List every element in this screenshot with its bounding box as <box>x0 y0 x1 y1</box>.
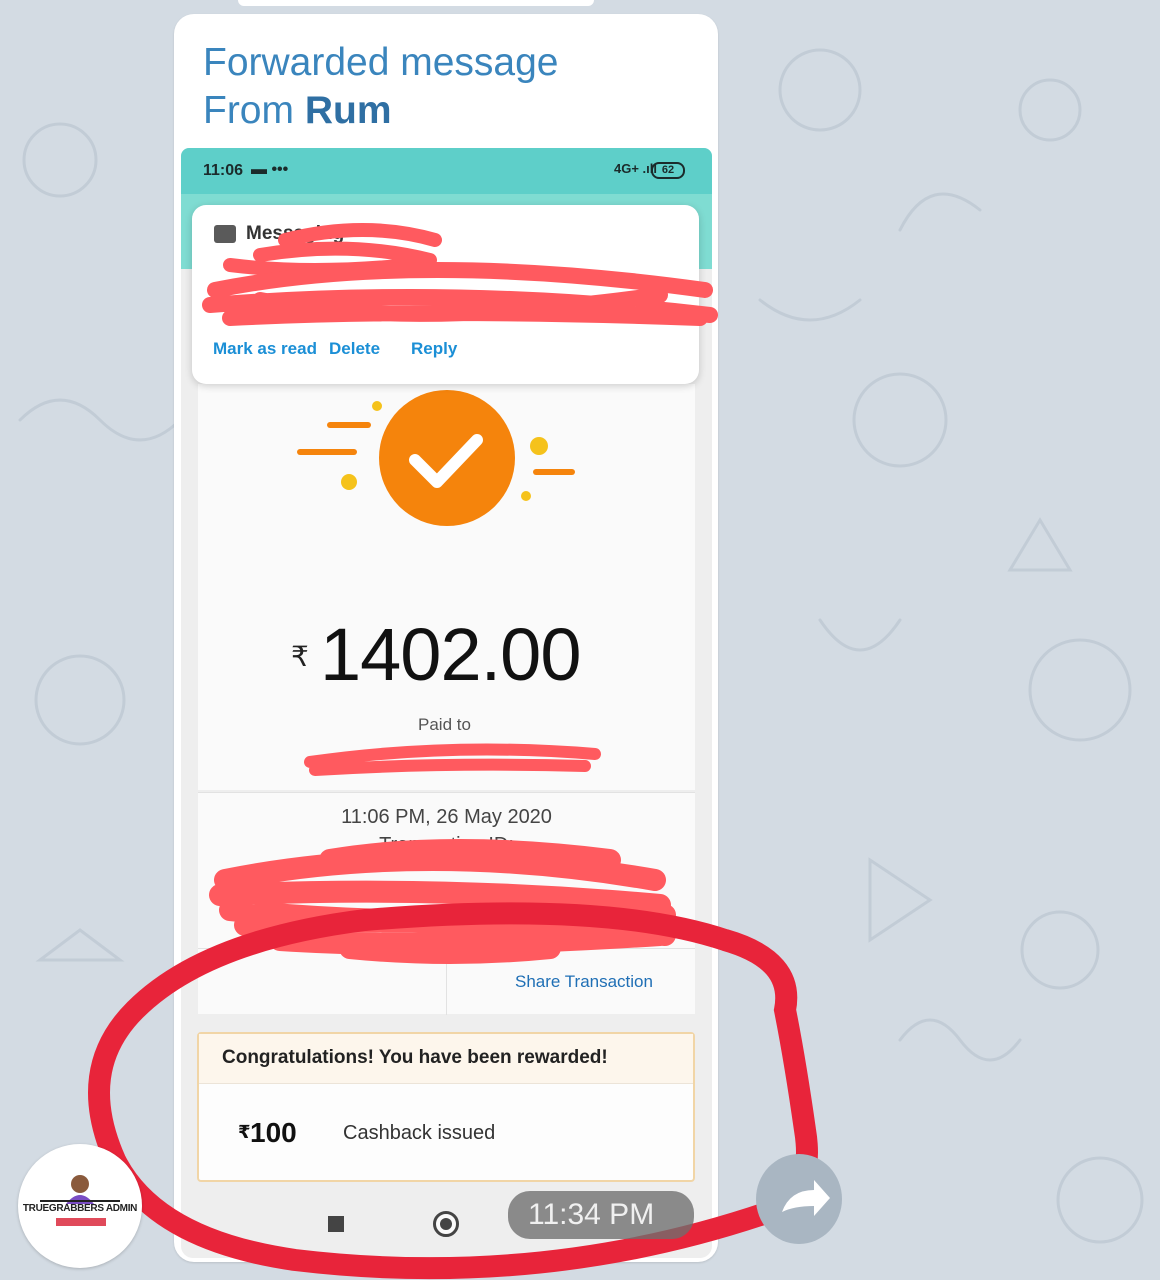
delete-button[interactable]: Delete <box>329 339 380 359</box>
transaction-id-label: Transaction ID: <box>379 834 514 856</box>
forwarded-from-prefix: From <box>203 89 305 132</box>
home-nav-icon <box>433 1211 459 1237</box>
previous-message-bubble <box>238 0 594 6</box>
reward-amount: 100 <box>250 1117 297 1148</box>
sender-avatar[interactable]: TRUEGRABBERS ADMIN <box>18 1144 142 1268</box>
message-icon: ▬ ••• <box>251 161 289 178</box>
reward-title: Congratulations! You have been rewarded! <box>222 1047 608 1068</box>
forwarded-from-name[interactable]: Rum <box>305 89 392 132</box>
recents-nav-icon <box>328 1216 344 1232</box>
forwarded-title: Forwarded message <box>203 41 559 84</box>
payment-datetime: 11:06 PM, 26 May 2020 <box>341 806 552 828</box>
status-time: 11:06 <box>203 162 244 179</box>
messaging-icon <box>214 225 236 243</box>
mark-as-read-button[interactable]: Mark as read <box>213 339 317 359</box>
reply-button[interactable]: Reply <box>411 339 457 359</box>
payment-amount: 1402.00 <box>320 613 581 696</box>
reward-currency: ₹ <box>238 1122 251 1142</box>
reward-status: Cashback issued <box>343 1122 496 1144</box>
forward-arrow-icon <box>782 1180 830 1216</box>
message-time: 11:34 PM <box>508 1191 694 1239</box>
success-check-icon <box>297 390 575 526</box>
phone-status-bar: 11:06 ▬ ••• 4G+ .ıll 62 <box>181 148 712 194</box>
avatar-banner <box>56 1218 106 1226</box>
amount-currency: ₹ <box>291 641 309 672</box>
share-transaction-button[interactable]: Share Transaction <box>515 972 653 992</box>
battery-icon: 62 <box>651 162 685 179</box>
forwarded-from[interactable]: From Rum <box>203 88 392 134</box>
notification-app-name: Messaging <box>246 223 345 244</box>
forward-button[interactable] <box>756 1154 842 1244</box>
avatar-label: TRUEGRABBERS ADMIN <box>22 1203 138 1214</box>
paid-to-label: Paid to <box>418 715 471 734</box>
